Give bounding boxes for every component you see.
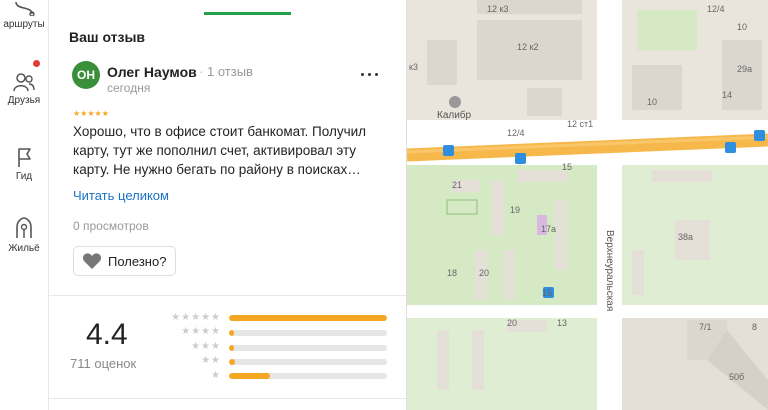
divider — [49, 295, 406, 296]
read-more-link[interactable]: Читать целиком — [73, 188, 169, 203]
author-name[interactable]: Олег Наумов — [107, 64, 197, 80]
helpful-button[interactable]: Полезно? — [73, 246, 177, 276]
rating-count: 711 оценок — [70, 356, 137, 371]
house-icon — [16, 217, 32, 238]
map-building — [492, 180, 504, 235]
rating-bar-fill — [229, 330, 234, 336]
map-label: 12/4 — [707, 4, 725, 14]
map-label: 19 — [510, 205, 520, 215]
map-building — [503, 250, 515, 300]
rail-item-label: Гид — [15, 171, 33, 182]
rating-bar-fill — [229, 359, 236, 365]
review-stars: ★★★★★ — [73, 109, 109, 118]
bus-stop-icon[interactable] — [443, 145, 454, 156]
more-dots-icon — [361, 73, 364, 76]
map-building — [517, 170, 567, 182]
map-park — [637, 10, 697, 50]
map-label: 10 — [647, 97, 657, 107]
rail-item-label: Друзья — [7, 95, 41, 106]
rating-row-stars: ★★★ — [191, 341, 221, 352]
rail-item-label: аршруты — [3, 19, 45, 30]
rating-bar-fill — [229, 373, 271, 379]
map-building — [632, 250, 644, 295]
avatar[interactable]: ОН — [72, 61, 100, 89]
map-label: 38а — [678, 232, 693, 242]
friends-icon — [13, 73, 35, 92]
active-tab-indicator — [204, 12, 291, 15]
heart-icon — [82, 253, 102, 269]
map-label: 15 — [542, 288, 552, 298]
separator: · — [199, 64, 204, 79]
map-label: 29а — [737, 64, 752, 74]
map-label: 12/4 — [507, 128, 525, 138]
bus-stop-icon[interactable] — [725, 142, 736, 153]
map-label: 20 — [479, 268, 489, 278]
map-label: 15 — [562, 162, 572, 172]
bus-stop-icon[interactable] — [754, 130, 765, 141]
notification-dot — [33, 60, 40, 67]
rating-bar-1 — [229, 373, 387, 379]
map-building — [652, 170, 712, 182]
rating-value: 4.4 — [86, 318, 128, 351]
map-label: 12 к2 — [517, 42, 538, 52]
map-label: 50б — [729, 372, 744, 382]
map-label: 14 — [722, 90, 732, 100]
map-label: Калибр — [437, 109, 472, 121]
map-building — [427, 40, 457, 85]
map-label: 17а — [541, 224, 556, 234]
more-dots-icon — [368, 73, 371, 76]
divider — [49, 398, 406, 399]
rating-row-stars: ★★★★ — [181, 326, 221, 337]
rating-bar-3 — [229, 345, 387, 351]
rating-bar-fill — [229, 315, 387, 321]
rail-item-routes[interactable]: аршруты — [0, 2, 48, 30]
route-icon — [15, 2, 35, 16]
review-text: Хорошо, что в офисе стоит банкомат. Полу… — [73, 124, 367, 177]
rating-row-stars: ★ — [211, 370, 221, 381]
bus-stop-icon[interactable] — [515, 153, 526, 164]
review-panel: Ваш отзыв ОН Олег Наумов · 1 отзыв сегод… — [49, 0, 407, 410]
map-building — [527, 88, 562, 116]
rating-bar-2 — [229, 359, 387, 365]
section-title: Ваш отзыв — [69, 29, 146, 45]
rating-row-stars: ★★★★★ — [171, 312, 221, 323]
map-label: 10 — [737, 22, 747, 32]
map-building — [437, 330, 449, 390]
rating-row-stars: ★★ — [201, 355, 221, 366]
map-label: 8 — [752, 322, 757, 332]
rail-item-label: Жильё — [8, 243, 40, 254]
map-label: 12 ст1 — [567, 119, 593, 129]
views-count: 0 просмотров — [73, 219, 149, 233]
rail-item-guide[interactable]: Гид — [0, 146, 48, 182]
map-label: 21 — [452, 180, 462, 190]
more-dots-icon — [375, 73, 378, 76]
map-label: 20 — [507, 318, 517, 328]
map-building — [472, 330, 484, 390]
map-road — [597, 0, 622, 410]
rail-item-friends[interactable]: Друзья — [0, 72, 48, 106]
rail-item-housing[interactable]: Жильё — [0, 216, 48, 254]
map-label: 7/1 — [699, 322, 712, 332]
map-label: 18 — [447, 268, 457, 278]
rating-bar-5 — [229, 315, 387, 321]
more-options-button[interactable] — [359, 66, 381, 82]
author-reviews-count: 1 отзыв — [207, 64, 253, 79]
map-label: 13 — [557, 318, 567, 328]
flag-icon — [18, 148, 31, 167]
map-label: 12 к3 — [487, 4, 508, 14]
poi-icon[interactable] — [449, 96, 461, 108]
rating-bar-fill — [229, 345, 234, 351]
map-park — [407, 318, 597, 410]
map-building — [555, 200, 567, 270]
helpful-label: Полезно? — [108, 253, 167, 269]
map-label: к3 — [409, 62, 418, 72]
rating-bar-4 — [229, 330, 387, 336]
left-rail: аршруты Друзья Гид Жильё — [0, 0, 49, 410]
review-date: сегодня — [107, 81, 151, 95]
map-view[interactable]: 12 к3 12 к2 к3 10 12 ст1 Калибр 12/4 21 … — [407, 0, 768, 410]
street-label: Верхнеуральская — [604, 230, 615, 311]
map-road — [407, 305, 768, 318]
